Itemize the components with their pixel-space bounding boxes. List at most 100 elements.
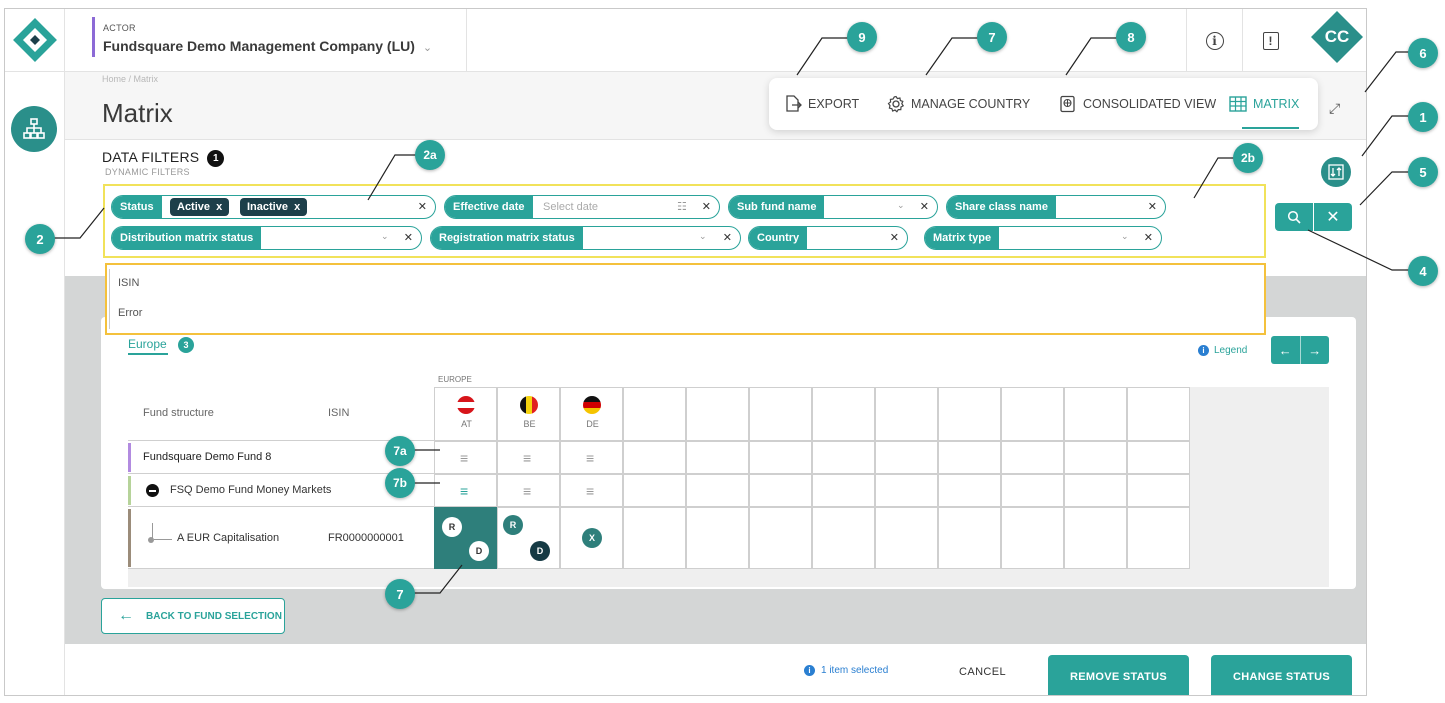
actor-accent-bar xyxy=(92,17,95,57)
matrix-cell[interactable]: ≡ xyxy=(560,474,623,507)
info-icon: i xyxy=(1205,31,1224,50)
page-title: Matrix xyxy=(102,98,173,128)
matrix-tab[interactable]: MATRIX xyxy=(1229,78,1299,130)
manage-country-button[interactable]: MANAGE COUNTRY xyxy=(887,78,1030,130)
empty-matrix-cell xyxy=(1127,474,1190,507)
remove-tag-icon[interactable]: x xyxy=(294,201,300,213)
layers-icon[interactable]: ≡ xyxy=(460,450,468,466)
country-filter[interactable]: Country ✕ xyxy=(748,226,908,250)
actor-name[interactable]: Fundsquare Demo Management Company (LU) … xyxy=(103,38,432,54)
actor-name-text: Fundsquare Demo Management Company (LU) xyxy=(103,38,415,54)
sub-fund-name-filter[interactable]: Sub fund name ⌄ ✕ xyxy=(728,195,938,219)
clear-date-icon[interactable]: ✕ xyxy=(702,200,711,213)
back-to-fund-selection-button[interactable]: ← BACK TO FUND SELECTION xyxy=(101,598,285,634)
empty-matrix-cell xyxy=(1001,474,1064,507)
dropdown-option-isin[interactable]: ISIN xyxy=(118,277,139,289)
empty-matrix-cell xyxy=(938,441,1001,474)
chevron-down-icon[interactable]: ⌄ xyxy=(699,231,707,242)
status-filter-label: Status xyxy=(112,196,162,218)
table-row[interactable]: A EUR Capitalisation FR0000000001 xyxy=(128,507,434,569)
chevron-down-icon[interactable]: ⌄ xyxy=(897,200,905,211)
status-pill-registration[interactable]: R xyxy=(442,517,462,537)
clear-distribution-icon[interactable]: ✕ xyxy=(404,231,413,244)
layers-icon[interactable]: ≡ xyxy=(586,450,594,466)
dropdown-scroll-line xyxy=(109,269,110,329)
country-header[interactable]: DE xyxy=(560,387,623,441)
logo[interactable] xyxy=(5,9,65,72)
share-class-name-filter[interactable]: Share class name ✕ xyxy=(946,195,1166,219)
calendar-icon[interactable]: ☷ xyxy=(677,200,687,213)
layers-icon[interactable]: ≡ xyxy=(460,483,468,499)
matrix-type-filter[interactable]: Matrix type ⌄ ✕ xyxy=(924,226,1162,250)
distribution-matrix-status-filter[interactable]: Distribution matrix status ⌄ ✕ xyxy=(111,226,422,250)
callout-1: 1 xyxy=(1408,102,1438,132)
export-button[interactable]: EXPORT xyxy=(784,78,859,130)
consolidated-view-button[interactable]: CONSOLIDATED VIEW xyxy=(1059,78,1216,130)
cancel-button[interactable]: CANCEL xyxy=(959,666,1006,678)
arrow-left-icon[interactable]: ← xyxy=(1271,336,1301,364)
effective-date-input[interactable]: Select date xyxy=(543,201,598,213)
empty-matrix-cell xyxy=(1127,441,1190,474)
region-tab-indicator xyxy=(128,353,168,355)
avatar-initials: CC xyxy=(1324,27,1350,46)
clear-country-icon[interactable]: ✕ xyxy=(890,231,899,244)
empty-matrix-cell xyxy=(938,507,1001,569)
search-button[interactable] xyxy=(1275,203,1313,231)
layers-icon[interactable]: ≡ xyxy=(523,450,531,466)
matrix-cell[interactable]: ≡ xyxy=(497,474,560,507)
empty-matrix-cell xyxy=(812,507,875,569)
close-icon: ✕ xyxy=(1326,209,1340,226)
layers-icon[interactable]: ≡ xyxy=(586,483,594,499)
breadcrumb[interactable]: Home / Matrix xyxy=(102,74,158,84)
arrow-right-icon[interactable]: → xyxy=(1301,336,1330,364)
matrix-cell[interactable] xyxy=(434,507,497,569)
callout-2a: 2a xyxy=(415,140,445,170)
fund-structure-header: Fund structure xyxy=(143,407,214,419)
matrix-cell[interactable]: ≡ xyxy=(560,441,623,474)
avatar[interactable]: CC xyxy=(1311,11,1363,63)
app-window: ACTOR Fundsquare Demo Management Company… xyxy=(4,8,1367,696)
country-code: BE xyxy=(523,419,536,429)
matrix-grid: Fund structure ISIN AT BE DE ≡ ≡ ≡ ≡ ≡ ≡ Fundsq… xyxy=(128,387,1329,587)
fundsquare-logo-icon xyxy=(13,18,57,62)
registration-matrix-status-filter[interactable]: Registration matrix status ⌄ ✕ xyxy=(430,226,741,250)
info-button[interactable]: i xyxy=(1186,9,1242,72)
chevron-down-icon[interactable]: ⌄ xyxy=(1121,231,1129,242)
clear-sub-fund-icon[interactable]: ✕ xyxy=(920,200,929,213)
remove-status-button[interactable]: REMOVE STATUS xyxy=(1048,655,1189,695)
status-pill-distribution[interactable]: D xyxy=(530,541,550,561)
status-tag-active[interactable]: Active x xyxy=(170,198,230,216)
status-filter[interactable]: Status Active x Inactive x ✕ xyxy=(111,195,436,219)
status-tag-inactive[interactable]: Inactive x xyxy=(240,198,308,216)
callout-4: 4 xyxy=(1408,256,1438,286)
layers-icon[interactable]: ≡ xyxy=(523,483,531,499)
fund-structure-button[interactable] xyxy=(11,106,57,152)
region-tab-europe[interactable]: Europe 3 xyxy=(128,337,195,353)
actor-selector[interactable]: ACTOR Fundsquare Demo Management Company… xyxy=(65,9,467,72)
clear-filters-button[interactable]: ✕ xyxy=(1314,203,1352,231)
status-pill-registration[interactable]: R xyxy=(503,515,523,535)
country-header[interactable]: BE xyxy=(497,387,560,441)
matrix-cell[interactable]: ≡ xyxy=(434,474,497,507)
matrix-cell[interactable]: ≡ xyxy=(497,441,560,474)
status-pill-excluded[interactable]: X xyxy=(582,528,602,548)
remove-tag-icon[interactable]: x xyxy=(216,201,222,213)
clear-matrix-type-icon[interactable]: ✕ xyxy=(1144,231,1153,244)
effective-date-filter[interactable]: Effective date Select date ☷ ✕ xyxy=(444,195,720,219)
clear-registration-icon[interactable]: ✕ xyxy=(723,231,732,244)
filter-toggle-button[interactable] xyxy=(1321,157,1351,187)
matrix-cell[interactable]: ≡ xyxy=(434,441,497,474)
clear-status-icon[interactable]: ✕ xyxy=(418,200,427,213)
collapse-row-icon[interactable] xyxy=(146,484,159,497)
dropdown-option-error[interactable]: Error xyxy=(118,307,142,319)
legend-link[interactable]: i Legend xyxy=(1198,345,1247,356)
callout-8: 8 xyxy=(1116,22,1146,52)
status-pill-distribution[interactable]: D xyxy=(469,541,489,561)
status-tag-active-text: Active xyxy=(177,201,211,213)
clear-share-class-icon[interactable]: ✕ xyxy=(1148,200,1157,213)
country-header[interactable]: AT xyxy=(434,387,497,441)
change-status-button[interactable]: CHANGE STATUS xyxy=(1211,655,1352,695)
alert-button[interactable]: ! xyxy=(1242,9,1298,72)
collapse-icon[interactable]: ⤢ xyxy=(1329,100,1340,117)
chevron-down-icon[interactable]: ⌄ xyxy=(381,231,389,242)
